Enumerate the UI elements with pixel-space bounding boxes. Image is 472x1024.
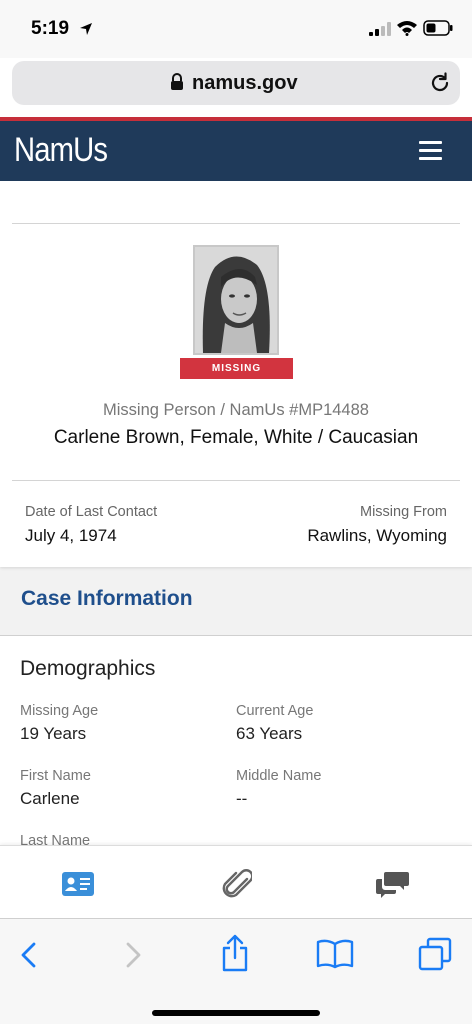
home-indicator[interactable] — [152, 1010, 320, 1016]
bookmarks-icon[interactable] — [316, 939, 354, 969]
middle-name-label: Middle Name — [236, 768, 322, 784]
first-name-value: Carlene — [20, 789, 80, 808]
current-age-value: 63 Years — [236, 724, 303, 743]
reload-icon[interactable] — [429, 72, 451, 94]
back-icon[interactable] — [18, 941, 40, 969]
browser-toolbar — [0, 918, 472, 1024]
person-name: Carlene Brown, Female, White / Caucasian — [53, 427, 419, 448]
current-age-label: Current Age — [236, 703, 314, 719]
paperclip-icon[interactable] — [220, 866, 252, 900]
chat-bubbles-icon[interactable] — [376, 870, 410, 898]
demographics-heading: Demographics — [20, 657, 156, 680]
status-time: 5:19 — [31, 18, 70, 39]
tabs-icon[interactable] — [418, 937, 452, 971]
hamburger-menu-icon[interactable] — [419, 141, 442, 160]
case-summary-card: MISSING Missing Person / NamUs #MP14488 … — [0, 181, 472, 567]
divider — [12, 223, 460, 224]
case-number-label: Missing Person / NamUs #MP14488 — [103, 401, 369, 419]
status-badge: MISSING — [180, 358, 293, 379]
last-name-label: Last Name — [20, 833, 91, 845]
battery-icon — [423, 20, 453, 36]
page-content: MISSING Missing Person / NamUs #MP14488 … — [0, 181, 472, 845]
share-icon[interactable] — [220, 934, 250, 972]
divider — [12, 480, 460, 481]
wifi-icon — [397, 21, 417, 36]
missing-from-value: Rawlins, Wyoming — [307, 526, 447, 545]
signal-icon — [369, 22, 391, 36]
missing-from-label: Missing From — [359, 504, 447, 520]
portrait-photo[interactable] — [193, 245, 279, 355]
missing-age-value: 19 Years — [20, 724, 87, 743]
case-tab-bar — [0, 845, 472, 918]
demographics-section: Demographics Missing Age 19 Years Curren… — [0, 636, 472, 845]
id-card-icon[interactable] — [62, 872, 94, 896]
site-header: NamUs — [0, 121, 472, 181]
missing-age-label: Missing Age — [20, 703, 99, 719]
address-bar[interactable]: namus.gov — [12, 61, 460, 105]
last-contact-label: Date of Last Contact — [25, 504, 158, 520]
location-arrow-icon — [80, 23, 92, 35]
site-logo[interactable]: NamUs — [14, 131, 108, 170]
url-text[interactable]: namus.gov — [192, 72, 298, 95]
lock-icon — [171, 73, 183, 90]
forward-icon[interactable] — [122, 941, 144, 969]
first-name-label: First Name — [20, 768, 91, 784]
middle-name-value: -- — [236, 789, 248, 808]
last-contact-value: July 4, 1974 — [25, 526, 117, 545]
case-information-heading[interactable]: Case Information — [21, 587, 193, 611]
status-bar: 5:19 — [0, 0, 472, 58]
